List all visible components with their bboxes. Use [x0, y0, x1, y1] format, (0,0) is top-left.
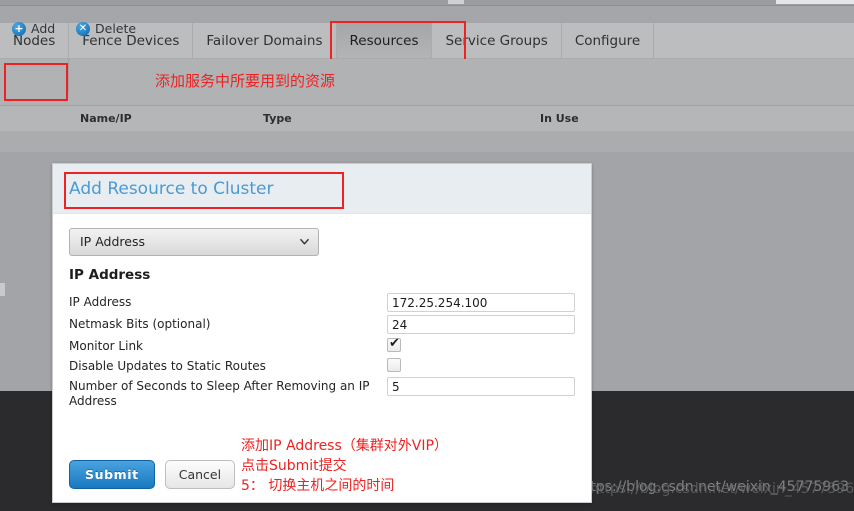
- column-header-in-use: In Use: [540, 112, 579, 125]
- tab-service-groups[interactable]: Service Groups: [432, 23, 562, 58]
- field-row-sleep-seconds: Number of Seconds to Sleep After Removin…: [69, 377, 575, 409]
- sleep-seconds-input[interactable]: [387, 377, 575, 396]
- toolbar-separator: [68, 59, 69, 93]
- resource-table-row-empty: [0, 131, 854, 153]
- cancel-button[interactable]: Cancel: [164, 460, 236, 489]
- submit-button[interactable]: Submit: [69, 460, 155, 489]
- top-right-filler: [776, 0, 854, 4]
- section-title: IP Address: [69, 267, 151, 283]
- ip-address-form: IP Address Netmask Bits (optional) Monit…: [69, 293, 575, 409]
- ip-address-input[interactable]: [387, 293, 575, 312]
- watermark-text: https://blog.csdn.net/weixin_45775963 ht…: [576, 479, 854, 497]
- dialog-body: IP Address IP Address IP Address Netmask…: [53, 214, 591, 409]
- resource-table-header: Name/IP Type In Use: [0, 106, 854, 132]
- delete-resource-button[interactable]: ✕ Delete: [76, 21, 136, 36]
- close-circle-icon: ✕: [76, 21, 90, 36]
- field-label-disable-static-routes: Disable Updates to Static Routes: [69, 359, 266, 373]
- column-header-name-ip: Name/IP: [80, 112, 132, 125]
- annotation-line-3: 5： 切换主机之间的时间: [241, 478, 395, 494]
- field-row-netmask-bits: Netmask Bits (optional): [69, 315, 575, 334]
- page-root: Nodes Fence Devices Failover Domains Res…: [0, 0, 854, 511]
- delete-button-label: Delete: [95, 21, 137, 36]
- annotation-line-2: 点击Submit提交: [241, 458, 347, 474]
- window-top-strip: [0, 0, 854, 6]
- resource-type-select[interactable]: IP Address: [69, 228, 319, 256]
- tab-resources[interactable]: Resources: [336, 23, 433, 58]
- field-label-sleep-seconds: Number of Seconds to Sleep After Removin…: [69, 379, 370, 408]
- left-edge-marker: [0, 283, 5, 296]
- field-label-ip-address: IP Address: [69, 295, 132, 309]
- field-row-ip-address: IP Address: [69, 293, 575, 312]
- watermark-url-ghost: https://blog.csdn.net/weixin_45775963: [590, 481, 854, 497]
- column-header-type: Type: [263, 112, 292, 125]
- annotation-line-1: 添加IP Address（集群对外VIP）: [241, 438, 448, 454]
- field-label-monitor-link: Monitor Link: [69, 339, 144, 353]
- tab-failover-domains-label: Failover Domains: [206, 32, 323, 49]
- disable-static-routes-checkbox[interactable]: [387, 358, 401, 372]
- tab-service-groups-label: Service Groups: [445, 32, 548, 49]
- add-resource-dialog: Add Resource to Cluster IP Address IP Ad…: [52, 163, 592, 503]
- resource-toolbar: [0, 59, 854, 106]
- window-notch: [448, 0, 464, 4]
- add-resource-button[interactable]: + Add: [12, 21, 55, 36]
- plus-circle-icon: +: [12, 21, 26, 36]
- toolbar-annotation: 添加服务中所要用到的资源: [155, 72, 336, 90]
- dialog-title: Add Resource to Cluster: [69, 178, 274, 199]
- dialog-header: Add Resource to Cluster: [53, 164, 591, 214]
- resource-type-select-wrapper: IP Address: [69, 228, 319, 256]
- resource-type-value: IP Address: [80, 234, 145, 249]
- dialog-action-buttons: Submit Cancel: [69, 460, 236, 489]
- tab-resources-label: Resources: [349, 32, 419, 49]
- field-row-disable-static-routes: Disable Updates to Static Routes: [69, 357, 575, 374]
- netmask-bits-input[interactable]: [387, 315, 575, 334]
- add-button-label: Add: [31, 21, 56, 36]
- dialog-annotation: 添加IP Address（集群对外VIP） 点击Submit提交 5： 切换主机…: [241, 436, 448, 496]
- field-label-netmask-bits: Netmask Bits (optional): [69, 317, 211, 331]
- tab-configure-label: Configure: [574, 32, 641, 49]
- monitor-link-checkbox[interactable]: [387, 336, 401, 352]
- tab-failover-domains[interactable]: Failover Domains: [193, 23, 337, 58]
- tab-configure[interactable]: Configure: [562, 23, 655, 58]
- field-row-monitor-link: Monitor Link: [69, 336, 575, 354]
